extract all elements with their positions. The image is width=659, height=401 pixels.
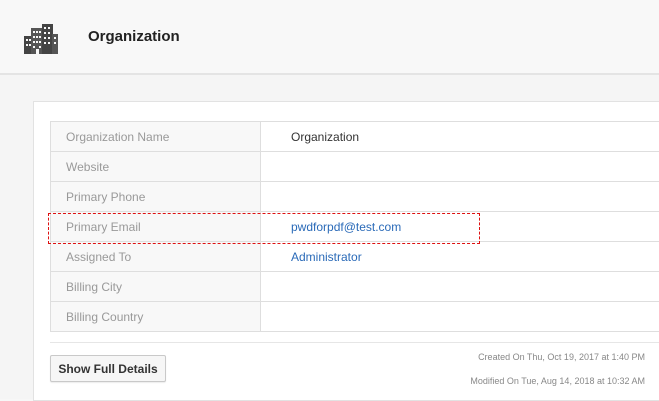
modified-timestamp: Modified On Tue, Aug 14, 2018 at 10:32 A… xyxy=(470,376,645,386)
table-row: Primary Email pwdforpdf@test.com xyxy=(51,212,659,242)
field-value xyxy=(261,302,659,332)
table-row: Assigned To Administrator xyxy=(51,242,659,272)
table-row: Billing Country xyxy=(51,302,659,332)
field-value xyxy=(261,152,659,182)
field-label: Assigned To xyxy=(51,242,261,272)
created-timestamp: Created On Thu, Oct 19, 2017 at 1:40 PM xyxy=(478,352,645,362)
field-value xyxy=(261,272,659,302)
field-label: Website xyxy=(51,152,261,182)
show-full-details-button[interactable]: Show Full Details xyxy=(50,355,166,382)
divider xyxy=(50,342,659,343)
table-row: Billing City xyxy=(51,272,659,302)
field-label: Billing City xyxy=(51,272,261,302)
field-label: Billing Country xyxy=(51,302,261,332)
buildings-icon xyxy=(24,24,58,54)
email-link[interactable]: pwdforpdf@test.com xyxy=(261,212,659,242)
details-table: Organization Name Organization Website P… xyxy=(50,121,659,332)
field-label: Organization Name xyxy=(51,122,261,152)
table-row: Organization Name Organization xyxy=(51,122,659,152)
field-value xyxy=(261,182,659,212)
field-label: Primary Phone xyxy=(51,182,261,212)
table-row: Primary Phone xyxy=(51,182,659,212)
table-row: Website xyxy=(51,152,659,182)
field-label: Primary Email xyxy=(51,212,261,242)
field-value: Organization xyxy=(261,122,659,152)
page-title: Organization xyxy=(88,28,180,45)
page-header: Organization xyxy=(0,0,659,75)
assigned-user-link[interactable]: Administrator xyxy=(261,242,659,272)
